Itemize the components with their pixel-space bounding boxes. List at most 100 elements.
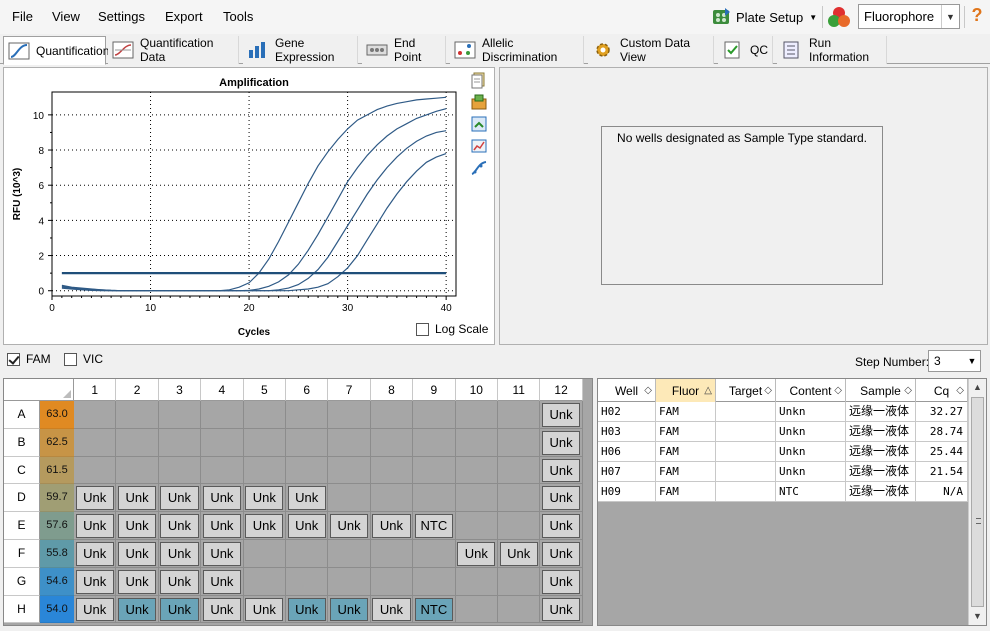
plate-select-all[interactable] <box>4 379 74 401</box>
plate-cell[interactable] <box>116 401 159 429</box>
plate-cell[interactable] <box>498 428 541 457</box>
scroll-up-icon[interactable]: ▲ <box>969 379 986 396</box>
well-e7[interactable]: Unk <box>329 514 369 538</box>
menu-settings[interactable]: Settings <box>98 9 145 24</box>
plate-cell[interactable] <box>370 484 414 513</box>
help-icon[interactable]: ? <box>969 5 985 27</box>
plate-cell[interactable] <box>328 401 371 429</box>
plate-column-header[interactable]: 11 <box>498 379 541 401</box>
well-g2[interactable]: Unk <box>117 569 157 594</box>
well-g4[interactable]: Unk <box>202 569 242 594</box>
plate-cell[interactable] <box>455 484 498 513</box>
plate-cell[interactable] <box>243 428 286 457</box>
plate-column-header[interactable]: 4 <box>201 379 244 401</box>
menu-view[interactable]: View <box>52 9 80 24</box>
plate-cell[interactable] <box>413 401 456 429</box>
plate-cell[interactable] <box>498 567 541 596</box>
plate-cell[interactable] <box>116 456 159 485</box>
well-d2[interactable]: Unk <box>117 486 157 511</box>
plate-cell[interactable] <box>286 540 329 568</box>
well-f11[interactable]: Unk <box>499 542 538 566</box>
well-e3[interactable]: Unk <box>160 514 199 538</box>
table-row[interactable]: H02 FAM Unkn 远缘一液体 32.27 <box>598 402 968 422</box>
plate-cell[interactable] <box>413 540 456 568</box>
plate-cell[interactable] <box>201 428 244 457</box>
curve-fit-icon[interactable] <box>470 159 488 177</box>
plate-cell[interactable] <box>413 484 456 513</box>
plate-cell[interactable] <box>498 595 541 624</box>
table-row[interactable]: H09 FAM NTC 远缘一液体 N/A <box>598 482 968 502</box>
plate-cell[interactable] <box>413 456 456 485</box>
plate-cell[interactable] <box>370 401 414 429</box>
table-row[interactable]: H06 FAM Unkn 远缘一液体 25.44 <box>598 442 968 462</box>
well-d5[interactable]: Unk <box>245 486 284 511</box>
plate-row-header[interactable]: F <box>4 540 40 568</box>
plate-cell[interactable] <box>455 567 498 596</box>
plate-cell[interactable] <box>243 540 286 568</box>
plate-cell[interactable] <box>498 456 541 485</box>
well-d4[interactable]: Unk <box>202 486 242 511</box>
fam-checkbox[interactable] <box>7 352 20 366</box>
log-scale-checkbox[interactable] <box>416 322 429 336</box>
results-table-scrollbar[interactable]: ▲ ▼ <box>968 379 986 625</box>
plate-column-header[interactable]: 6 <box>286 379 329 401</box>
plate-cell[interactable] <box>455 456 498 485</box>
plate-cell[interactable] <box>498 484 541 513</box>
well-e4[interactable]: Unk <box>202 514 242 538</box>
plate-cell[interactable] <box>455 512 498 540</box>
well-h12[interactable]: Unk <box>541 597 581 622</box>
well-g1[interactable]: Unk <box>75 569 114 594</box>
vic-filter[interactable]: VIC <box>64 352 103 366</box>
well-e9[interactable]: NTC <box>414 514 454 538</box>
plate-cell[interactable] <box>158 401 202 429</box>
plate-cell[interactable] <box>328 540 371 568</box>
well-a12[interactable]: Unk <box>541 403 581 427</box>
plate-cell[interactable] <box>286 401 329 429</box>
plate-cell[interactable] <box>201 456 244 485</box>
well-f4[interactable]: Unk <box>202 542 242 566</box>
plate-cell[interactable] <box>498 401 541 429</box>
plate-row-header[interactable]: E <box>4 512 40 540</box>
chart-settings-icon[interactable] <box>470 137 488 155</box>
well-e8[interactable]: Unk <box>372 514 411 538</box>
well-d12[interactable]: Unk <box>541 486 581 511</box>
step-number-select[interactable]: 3 ▼ <box>928 350 981 372</box>
well-d3[interactable]: Unk <box>160 486 199 511</box>
plate-column-header[interactable]: 1 <box>74 379 117 401</box>
well-d1[interactable]: Unk <box>75 486 114 511</box>
plate-row-header[interactable]: B <box>4 428 40 457</box>
plate-cell[interactable] <box>328 567 371 596</box>
plate-cell[interactable] <box>158 428 202 457</box>
well-f1[interactable]: Unk <box>75 542 114 566</box>
plate-cell[interactable] <box>370 540 414 568</box>
well-g3[interactable]: Unk <box>160 569 199 594</box>
well-h7[interactable]: Unk <box>329 597 369 622</box>
plate-cell[interactable] <box>243 567 286 596</box>
plate-column-header[interactable]: 12 <box>540 379 583 401</box>
tab-gene-expression[interactable]: Gene Expression <box>243 36 358 64</box>
plate-cell[interactable] <box>455 428 498 457</box>
plate-row-header[interactable]: D <box>4 484 40 513</box>
export-chart-icon[interactable] <box>470 93 488 111</box>
plate-cell[interactable] <box>498 512 541 540</box>
scroll-down-icon[interactable]: ▼ <box>969 608 986 625</box>
plate-cell[interactable] <box>455 401 498 429</box>
well-e5[interactable]: Unk <box>245 514 284 538</box>
well-b12[interactable]: Unk <box>541 430 581 455</box>
plate-cell[interactable] <box>455 595 498 624</box>
plate-cell[interactable] <box>116 428 159 457</box>
column-header-sample[interactable]: Sample ◇ <box>846 379 916 402</box>
fam-filter[interactable]: FAM <box>7 352 51 366</box>
column-header-target[interactable]: Target ◇ <box>716 379 776 402</box>
tab-run-information[interactable]: Run Information <box>777 36 887 64</box>
log-scale-toggle[interactable]: Log Scale <box>416 322 488 336</box>
menu-file[interactable]: File <box>12 9 33 24</box>
tab-end-point[interactable]: End Point <box>362 36 446 64</box>
well-h5[interactable]: Unk <box>245 597 284 622</box>
well-g12[interactable]: Unk <box>541 569 581 594</box>
plate-cell[interactable] <box>370 428 414 457</box>
plate-column-header[interactable]: 10 <box>455 379 498 401</box>
tab-custom-data-view[interactable]: Custom Data View <box>588 36 714 64</box>
tab-quantification[interactable]: Quantification <box>3 36 109 65</box>
save-image-icon[interactable] <box>470 115 488 133</box>
